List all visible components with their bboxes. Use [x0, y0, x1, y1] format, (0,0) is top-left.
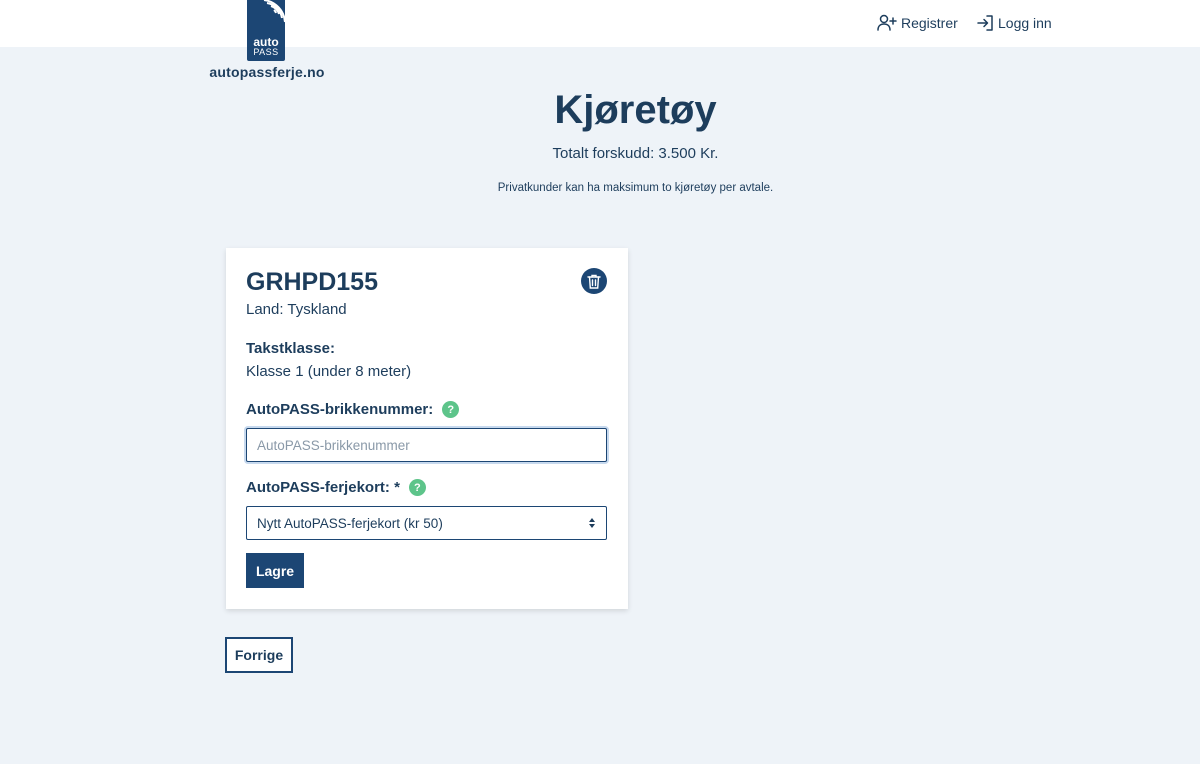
license-plate: GRHPD155	[246, 268, 378, 296]
logo-site-name: autopassferje.no	[209, 64, 325, 80]
tag-number-help-icon[interactable]: ?	[442, 401, 460, 418]
tag-number-label: AutoPASS-brikkenummer:	[246, 401, 434, 418]
register-label: Registrer	[901, 15, 958, 31]
login-label: Logg inn	[998, 15, 1052, 31]
ferry-card-selected: Nytt AutoPASS-ferjekort (kr 50)	[257, 515, 443, 531]
private-customer-info: Privatkunder kan ha maksimum to kjøretøy…	[497, 182, 774, 194]
vehicle-card: GRHPD155 Land: Tyskland Takstklasse: Kla…	[226, 248, 628, 609]
vehicle-country: Land: Tyskland	[246, 301, 347, 318]
user-plus-icon	[877, 14, 897, 31]
site-header: auto PASS autopassferje.no Registrer Log…	[0, 0, 1200, 80]
trash-icon	[587, 274, 601, 289]
logo-badge: auto PASS	[247, 0, 285, 61]
log-in-icon	[977, 15, 993, 31]
tag-number-input[interactable]	[246, 428, 607, 462]
save-button[interactable]: Lagre	[246, 553, 304, 588]
register-link[interactable]: Registrer	[877, 13, 958, 33]
ferry-card-help-icon[interactable]: ?	[408, 479, 426, 496]
page-title: Kjøretøy	[554, 88, 717, 132]
ferry-card-label: AutoPASS-ferjekort: *	[246, 479, 400, 496]
signal-waves-icon	[263, 0, 285, 23]
login-link[interactable]: Logg inn	[977, 13, 1052, 33]
select-arrows-icon	[589, 518, 595, 528]
tariff-class-label: Takstklasse:	[246, 340, 335, 357]
tariff-class-value: Klasse 1 (under 8 meter)	[246, 363, 412, 380]
logo-badge-bottom: PASS	[253, 47, 279, 57]
tag-number-label-row: AutoPASS-brikkenummer: ?	[246, 401, 460, 418]
total-advance-text: Totalt forskudd: 3.500 Kr.	[552, 145, 719, 162]
ferry-card-label-row: AutoPASS-ferjekort: * ?	[246, 479, 426, 496]
delete-vehicle-button[interactable]	[581, 268, 607, 294]
previous-button[interactable]: Forrige	[225, 637, 293, 673]
autopass-logo[interactable]: auto PASS autopassferje.no	[208, 0, 326, 84]
ferry-card-select[interactable]: Nytt AutoPASS-ferjekort (kr 50)	[246, 506, 607, 540]
